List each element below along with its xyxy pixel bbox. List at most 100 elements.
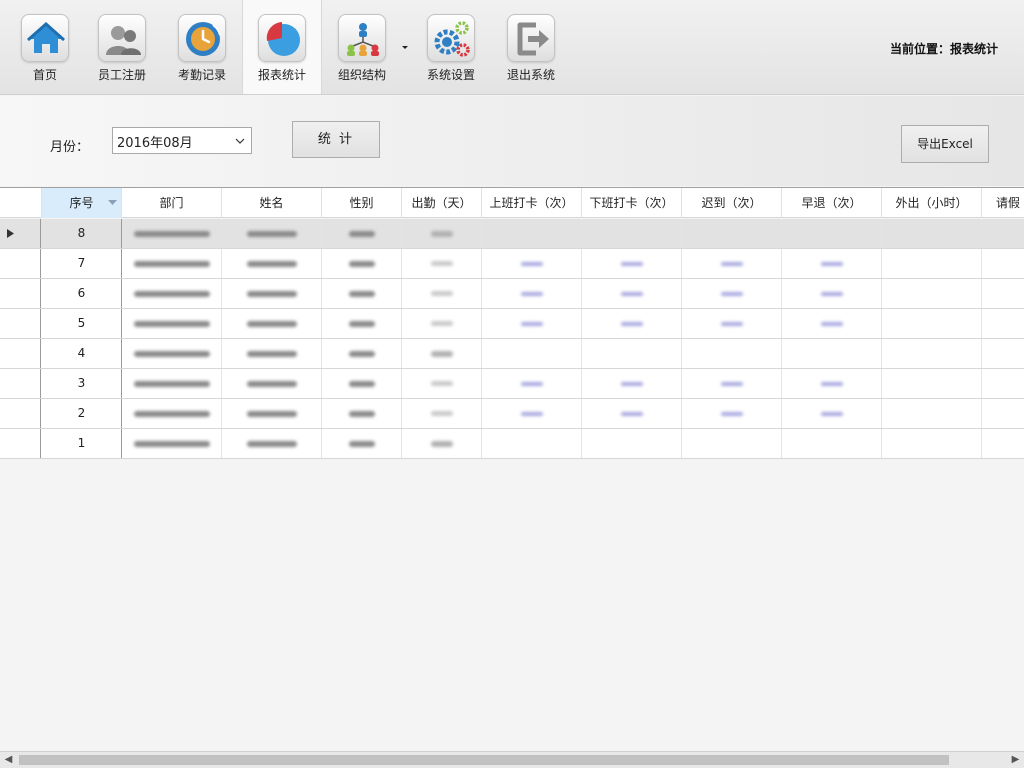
cell-gender[interactable] bbox=[322, 399, 402, 428]
scrollbar-thumb[interactable] bbox=[19, 755, 949, 765]
cell-gender[interactable] bbox=[322, 309, 402, 338]
cell-early[interactable] bbox=[782, 339, 882, 368]
statistics-button[interactable]: 统 计 bbox=[292, 121, 380, 158]
cell-out[interactable] bbox=[582, 309, 682, 338]
cell-name[interactable] bbox=[222, 279, 322, 308]
cell-days[interactable] bbox=[402, 279, 482, 308]
column-header-clock-out[interactable]: 下班打卡（次） bbox=[582, 188, 682, 218]
cell-dept[interactable] bbox=[122, 279, 222, 308]
month-select[interactable]: 2016年08月 bbox=[112, 127, 252, 154]
cell-dept[interactable] bbox=[122, 219, 222, 248]
column-header-out-hours[interactable]: 外出（小时） bbox=[882, 188, 982, 218]
row-header[interactable] bbox=[0, 369, 41, 398]
column-header-department[interactable]: 部门 bbox=[122, 188, 222, 218]
cell-leave[interactable] bbox=[982, 309, 1024, 338]
cell-early[interactable] bbox=[782, 249, 882, 278]
cell-out[interactable] bbox=[582, 369, 682, 398]
cell-name[interactable] bbox=[222, 429, 322, 458]
scroll-left-icon[interactable]: ◀ bbox=[0, 752, 17, 768]
cell-leave[interactable] bbox=[982, 339, 1024, 368]
column-header-number[interactable]: 序号 bbox=[42, 188, 122, 218]
row-header[interactable] bbox=[0, 309, 41, 338]
cell-leave[interactable] bbox=[982, 279, 1024, 308]
cell-gender[interactable] bbox=[322, 369, 402, 398]
table-row[interactable]: 2 bbox=[0, 399, 1024, 429]
column-header-attendance-days[interactable]: 出勤（天） bbox=[402, 188, 482, 218]
cell-outh[interactable] bbox=[882, 339, 982, 368]
table-row[interactable]: 8 bbox=[0, 219, 1024, 249]
cell-num[interactable]: 6 bbox=[42, 279, 122, 308]
cell-days[interactable] bbox=[402, 369, 482, 398]
table-row[interactable]: 4 bbox=[0, 339, 1024, 369]
row-header[interactable] bbox=[0, 339, 41, 368]
cell-days[interactable] bbox=[402, 339, 482, 368]
cell-gender[interactable] bbox=[322, 429, 402, 458]
toolbar-home[interactable]: 首页 bbox=[5, 0, 85, 94]
cell-early[interactable] bbox=[782, 219, 882, 248]
cell-outh[interactable] bbox=[882, 399, 982, 428]
cell-in[interactable] bbox=[482, 309, 582, 338]
cell-dept[interactable] bbox=[122, 249, 222, 278]
cell-name[interactable] bbox=[222, 249, 322, 278]
cell-out[interactable] bbox=[582, 249, 682, 278]
cell-in[interactable] bbox=[482, 339, 582, 368]
cell-in[interactable] bbox=[482, 249, 582, 278]
cell-leave[interactable] bbox=[982, 219, 1024, 248]
cell-name[interactable] bbox=[222, 309, 322, 338]
cell-leave[interactable] bbox=[982, 249, 1024, 278]
cell-early[interactable] bbox=[782, 369, 882, 398]
column-header-leave[interactable]: 请假 bbox=[982, 188, 1024, 218]
cell-gender[interactable] bbox=[322, 249, 402, 278]
cell-in[interactable] bbox=[482, 219, 582, 248]
cell-dept[interactable] bbox=[122, 429, 222, 458]
cell-outh[interactable] bbox=[882, 279, 982, 308]
cell-days[interactable] bbox=[402, 429, 482, 458]
table-row[interactable]: 3 bbox=[0, 369, 1024, 399]
dropdown-caret-icon[interactable] bbox=[400, 42, 410, 52]
cell-outh[interactable] bbox=[882, 219, 982, 248]
cell-num[interactable]: 2 bbox=[42, 399, 122, 428]
cell-late[interactable] bbox=[682, 219, 782, 248]
row-header[interactable] bbox=[0, 279, 41, 308]
cell-out[interactable] bbox=[582, 339, 682, 368]
cell-name[interactable] bbox=[222, 219, 322, 248]
table-row[interactable]: 7 bbox=[0, 249, 1024, 279]
row-header[interactable] bbox=[0, 249, 41, 278]
cell-num[interactable]: 5 bbox=[42, 309, 122, 338]
cell-in[interactable] bbox=[482, 399, 582, 428]
cell-out[interactable] bbox=[582, 219, 682, 248]
row-header[interactable] bbox=[0, 429, 41, 458]
cell-outh[interactable] bbox=[882, 369, 982, 398]
cell-late[interactable] bbox=[682, 399, 782, 428]
cell-out[interactable] bbox=[582, 429, 682, 458]
cell-leave[interactable] bbox=[982, 399, 1024, 428]
cell-in[interactable] bbox=[482, 429, 582, 458]
cell-in[interactable] bbox=[482, 279, 582, 308]
toolbar-system-settings[interactable]: 系统设置 bbox=[411, 0, 491, 94]
column-header-gender[interactable]: 性别 bbox=[322, 188, 402, 218]
cell-num[interactable]: 4 bbox=[42, 339, 122, 368]
cell-outh[interactable] bbox=[882, 429, 982, 458]
cell-late[interactable] bbox=[682, 249, 782, 278]
cell-dept[interactable] bbox=[122, 309, 222, 338]
cell-early[interactable] bbox=[782, 429, 882, 458]
horizontal-scrollbar[interactable]: ◀ ▶ bbox=[0, 751, 1024, 768]
cell-name[interactable] bbox=[222, 399, 322, 428]
cell-early[interactable] bbox=[782, 309, 882, 338]
cell-name[interactable] bbox=[222, 339, 322, 368]
export-excel-button[interactable]: 导出Excel bbox=[901, 125, 989, 163]
cell-dept[interactable] bbox=[122, 399, 222, 428]
report-grid[interactable]: 序号 部门 姓名 性别 出勤（天） 上班打卡（次） 下班打卡（次） 迟到（次） … bbox=[0, 187, 1024, 751]
column-header-late[interactable]: 迟到（次） bbox=[682, 188, 782, 218]
toolbar-attendance-record[interactable]: 考勤记录 bbox=[162, 0, 242, 94]
column-header-early-leave[interactable]: 早退（次） bbox=[782, 188, 882, 218]
cell-leave[interactable] bbox=[982, 369, 1024, 398]
table-row[interactable]: 6 bbox=[0, 279, 1024, 309]
cell-days[interactable] bbox=[402, 249, 482, 278]
toolbar-org-structure[interactable]: 组织结构 bbox=[322, 0, 402, 94]
cell-out[interactable] bbox=[582, 399, 682, 428]
column-header-name[interactable]: 姓名 bbox=[222, 188, 322, 218]
table-row[interactable]: 1 bbox=[0, 429, 1024, 459]
cell-dept[interactable] bbox=[122, 339, 222, 368]
cell-gender[interactable] bbox=[322, 339, 402, 368]
